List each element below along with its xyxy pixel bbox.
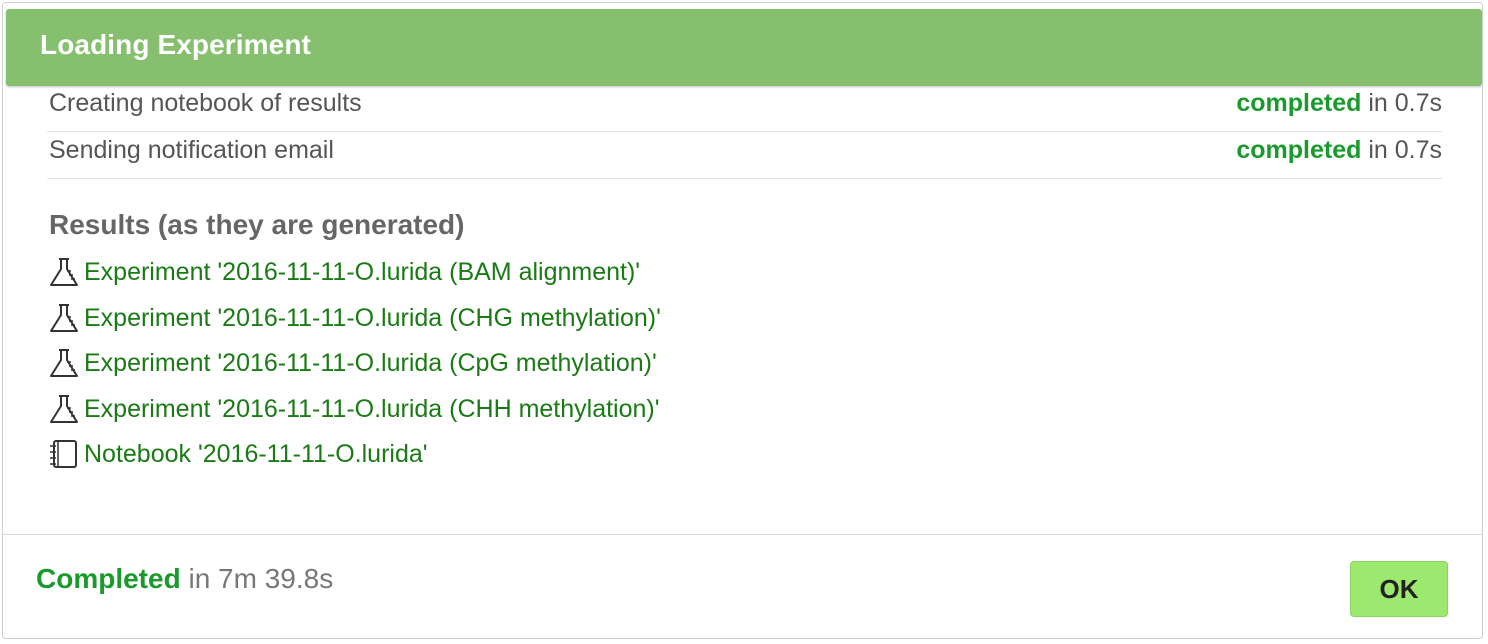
step-status: completed in 0.7s xyxy=(1236,136,1442,165)
result-item[interactable]: Experiment '2016-11-11-O.lurida (BAM ali… xyxy=(47,255,640,289)
step-status-word: completed xyxy=(1236,136,1362,164)
step-label: Creating notebook of results xyxy=(49,89,362,117)
flask-icon xyxy=(47,301,81,335)
result-link[interactable]: Experiment '2016-11-11-O.lurida (CHH met… xyxy=(84,395,660,424)
result-item[interactable]: Experiment '2016-11-11-O.lurida (CHH met… xyxy=(47,392,660,426)
step-duration: in 0.7s xyxy=(1368,89,1442,117)
flask-icon xyxy=(47,392,81,426)
dialog-title: Loading Experiment xyxy=(40,29,311,60)
step-duration: in 0.7s xyxy=(1368,136,1442,164)
dialog-footer: Completed in 7m 39.8s OK xyxy=(3,534,1482,638)
result-link[interactable]: Experiment '2016-11-11-O.lurida (CpG met… xyxy=(84,349,657,378)
result-item[interactable]: Notebook '2016-11-11-O.lurida' xyxy=(47,437,428,471)
result-item[interactable]: Experiment '2016-11-11-O.lurida (CHG met… xyxy=(47,301,661,335)
overall-duration: in 7m 39.8s xyxy=(188,563,334,594)
loading-experiment-dialog: Loading Experiment Creating notebook of … xyxy=(2,2,1483,639)
step-label: Sending notification email xyxy=(49,136,334,164)
notebook-icon xyxy=(47,437,81,471)
overall-status: Completed in 7m 39.8s xyxy=(36,563,333,595)
flask-icon xyxy=(47,255,81,289)
step-status: completed in 0.7s xyxy=(1236,89,1442,118)
step-status-word: completed xyxy=(1236,89,1362,117)
results-heading: Results (as they are generated) xyxy=(49,209,465,240)
result-item[interactable]: Experiment '2016-11-11-O.lurida (CpG met… xyxy=(47,346,657,380)
step-row: Sending notification email completed in … xyxy=(47,132,1442,179)
ok-button[interactable]: OK xyxy=(1350,561,1448,617)
overall-status-word: Completed xyxy=(36,563,181,594)
flask-icon xyxy=(47,346,81,380)
step-row: Creating notebook of results completed i… xyxy=(47,85,1442,132)
result-link[interactable]: Notebook '2016-11-11-O.lurida' xyxy=(84,440,428,469)
result-link[interactable]: Experiment '2016-11-11-O.lurida (BAM ali… xyxy=(84,258,640,287)
dialog-header: Loading Experiment xyxy=(6,9,1482,86)
result-link[interactable]: Experiment '2016-11-11-O.lurida (CHG met… xyxy=(84,304,661,333)
